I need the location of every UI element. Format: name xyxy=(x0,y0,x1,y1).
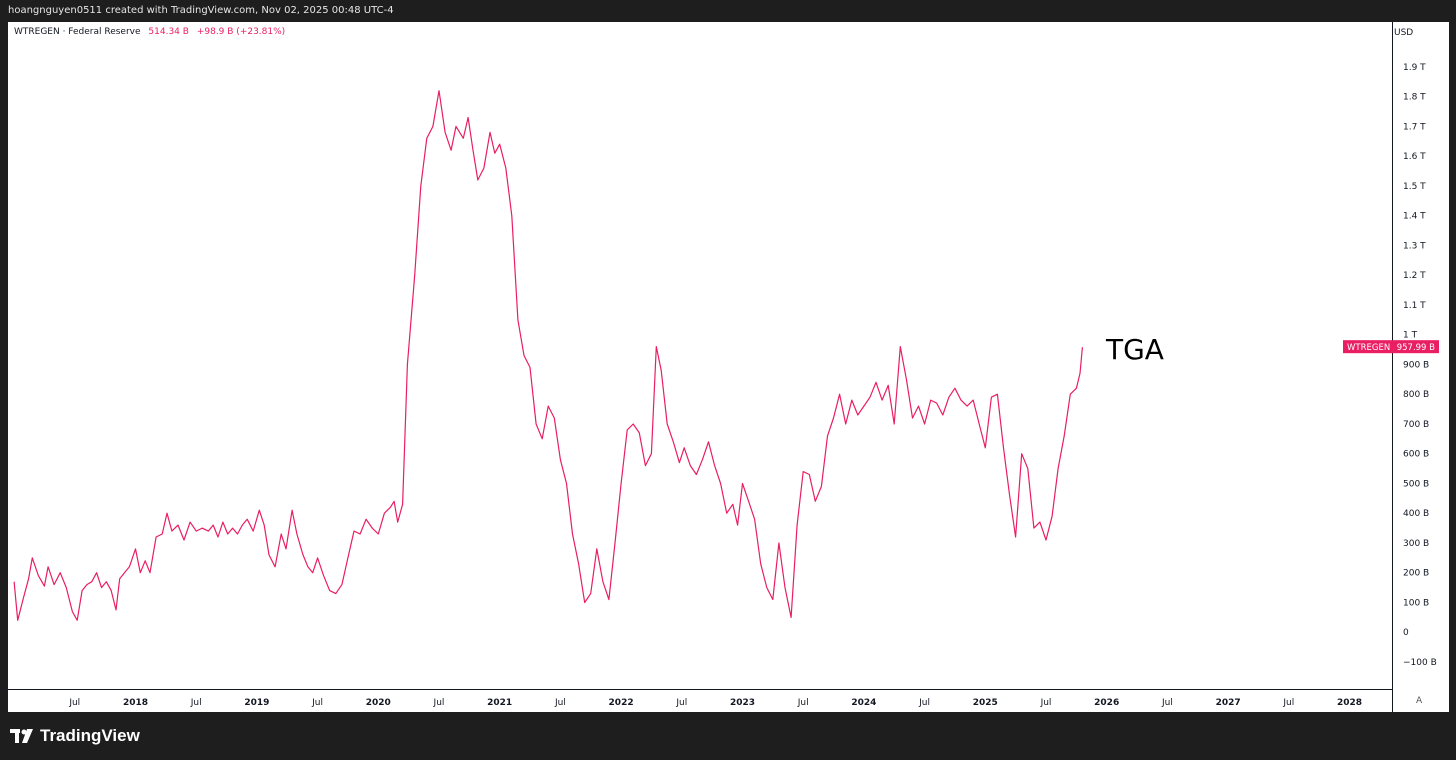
x-tick-label: Jul xyxy=(1040,698,1052,708)
footer: TradingView xyxy=(8,712,1448,760)
y-tick-label: 0 xyxy=(1403,628,1409,638)
series-line-wtregen xyxy=(13,90,1083,621)
chart-header: hoangnguyen0511 created with TradingView… xyxy=(0,0,1456,22)
chart-panel: WTREGEN · Federal Reserve 514.34 B +98.9… xyxy=(8,22,1449,713)
x-tick-label: 2021 xyxy=(487,698,512,708)
x-tick-label: 2020 xyxy=(366,698,391,708)
x-tick-label: Jul xyxy=(190,698,202,708)
x-tick-label: 2023 xyxy=(730,698,755,708)
last-value-tag: WTREGEN 957.99 B xyxy=(1343,340,1439,354)
y-tick-label: 800 B xyxy=(1403,390,1429,400)
x-tick-label: 2024 xyxy=(851,698,876,708)
x-tick-label: Jul xyxy=(311,698,323,708)
tga-annotation: TGA xyxy=(1105,333,1164,366)
y-tick-label: 1.1 T xyxy=(1403,301,1426,311)
x-tick-label: Jul xyxy=(1282,698,1294,708)
y-tick-label: 1.4 T xyxy=(1403,212,1426,222)
x-tick-label: Jul xyxy=(68,698,80,708)
y-tick-label: −100 B xyxy=(1403,658,1437,668)
last-tag-symbol: WTREGEN xyxy=(1347,343,1390,353)
x-tick-label: 2028 xyxy=(1337,698,1362,708)
x-tick-label: 2025 xyxy=(973,698,998,708)
tradingview-logo-icon xyxy=(10,728,34,744)
y-tick-label: 1.8 T xyxy=(1403,93,1426,103)
y-tick-label: 100 B xyxy=(1403,598,1429,608)
y-tick-label: 200 B xyxy=(1403,569,1429,579)
x-tick-label: Jul xyxy=(797,698,809,708)
y-tick-label: 600 B xyxy=(1403,450,1429,460)
x-tick-label: 2026 xyxy=(1094,698,1119,708)
y-tick-label: 400 B xyxy=(1403,509,1429,519)
y-tick-label: 1.5 T xyxy=(1403,182,1426,192)
y-tick-label: 1.3 T xyxy=(1403,241,1426,251)
y-tick-label: 1.7 T xyxy=(1403,122,1426,132)
x-tick-label: 2022 xyxy=(609,698,634,708)
last-tag-value: 957.99 B xyxy=(1397,343,1435,353)
x-tick-label: Jul xyxy=(554,698,566,708)
x-tick-label: Jul xyxy=(433,698,445,708)
x-tick-label: 2027 xyxy=(1216,698,1241,708)
tradingview-logo-text: TradingView xyxy=(40,726,140,745)
x-tick-label: 2019 xyxy=(244,698,269,708)
y-tick-label: 1.6 T xyxy=(1403,152,1426,162)
y-tick-label: 1.9 T xyxy=(1403,63,1426,73)
y-tick-label: 300 B xyxy=(1403,539,1429,549)
x-tick-label: Jul xyxy=(675,698,687,708)
x-tick-label: 2018 xyxy=(123,698,148,708)
x-tick-label: Jul xyxy=(1161,698,1173,708)
y-tick-label: 700 B xyxy=(1403,420,1429,430)
y-tick-label: 900 B xyxy=(1403,360,1429,370)
tradingview-logo[interactable]: TradingView xyxy=(10,726,140,746)
x-tick-label: Jul xyxy=(918,698,930,708)
y-tick-label: 500 B xyxy=(1403,479,1429,489)
y-tick-label: 1.2 T xyxy=(1403,271,1426,281)
chart-plot[interactable]: 1.9 T 1.8 T 1.7 T 1.6 T 1.5 T 1.4 T 1.3 T 1.2 T… xyxy=(8,22,1448,712)
y-tick-label: 1 T xyxy=(1403,331,1418,341)
